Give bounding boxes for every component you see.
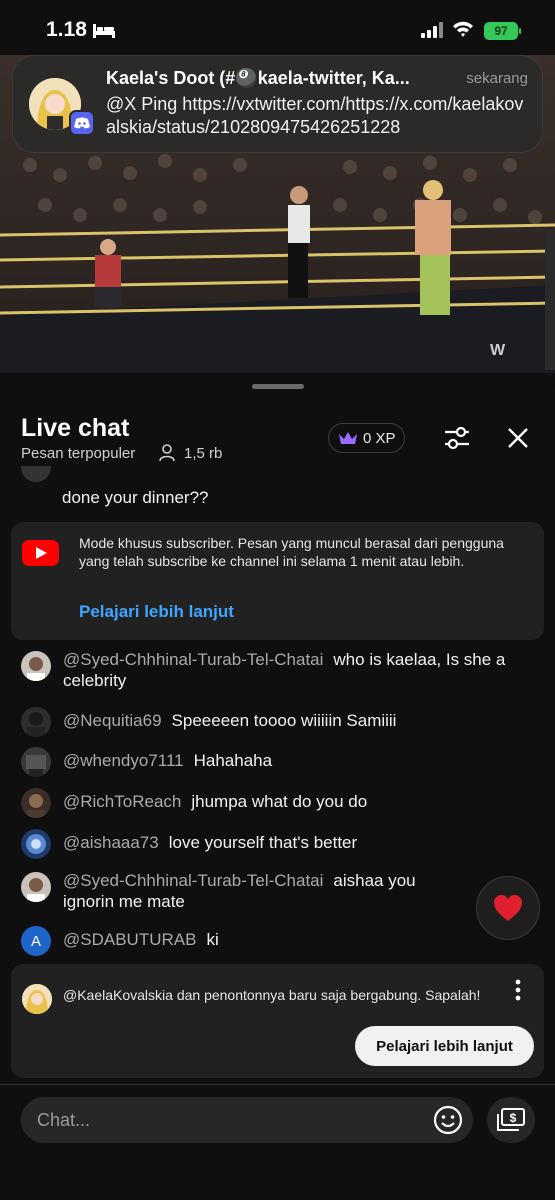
message-body: @Syed-Chhhinal-Turab-Tel-Chatai who is ka… xyxy=(63,649,533,691)
message-body: @Nequitia69 Speeeeen toooo wiiiiin Samiii… xyxy=(63,710,533,731)
emoji-icon[interactable] xyxy=(433,1105,463,1135)
xp-label: 0 XP xyxy=(363,429,396,447)
notification-title: Kaela's Doot (#🎱kaela-twitter, Ka... xyxy=(106,68,410,88)
battery-indicator: 97 xyxy=(484,22,518,40)
viewer-icon xyxy=(159,444,175,462)
chat-input-placeholder: Chat... xyxy=(37,1110,91,1130)
subscriber-mode-notice: Mode khusus subscriber. Pesan yang muncu… xyxy=(11,522,544,640)
avatar: A xyxy=(21,926,51,956)
join-notice-text: @KaelaKovalskia dan penontonnya baru saj… xyxy=(63,987,481,1003)
close-icon[interactable] xyxy=(506,426,530,450)
heart-icon xyxy=(494,895,522,921)
avatar xyxy=(21,829,51,859)
superchat-icon: $ xyxy=(497,1108,525,1131)
avatar xyxy=(21,707,51,737)
notification-body: @X Ping https://vxtwitter.com/https://x.… xyxy=(106,94,524,137)
message-text: love yourself that's better xyxy=(168,833,358,852)
discord-icon xyxy=(69,110,95,136)
message-text: ki xyxy=(206,930,219,949)
avatar-letter: A xyxy=(30,932,41,950)
message-author[interactable]: @Syed-Chhhinal-Turab-Tel-Chatai xyxy=(63,650,323,669)
message-author[interactable]: @aishaaa73 xyxy=(63,833,159,852)
status-time: 1.18 xyxy=(46,18,87,41)
partial-message-text: done your dinner?? xyxy=(62,488,209,507)
join-notice: @KaelaKovalskia dan penontonnya baru saj… xyxy=(11,964,544,1078)
xp-badge[interactable]: 0 XP xyxy=(328,423,405,453)
chat-mode-selector[interactable]: Pesan terpopuler xyxy=(21,445,135,462)
battery-level: 97 xyxy=(494,24,508,38)
message-text: Speeeeen toooo wiiiiin Samiiii xyxy=(171,711,397,730)
signal-icon xyxy=(421,22,443,38)
message-body: @whendyo7111 Hahahaha xyxy=(63,750,533,771)
divider xyxy=(0,1084,555,1085)
kebab-icon[interactable] xyxy=(513,978,523,1002)
message-author[interactable]: @Nequitia69 xyxy=(63,711,162,730)
message-body: @aishaaa73 love yourself that's better xyxy=(63,832,533,853)
message-author[interactable]: @SDABUTURAB xyxy=(63,930,196,949)
partial-chat-message: done your dinner?? xyxy=(0,466,555,514)
viewer-count: 1,5 rb xyxy=(184,445,223,462)
live-chat-panel: Live chat Pesan terpopuler 1,5 rb 0 XP d… xyxy=(0,373,555,1200)
battery-cap xyxy=(519,28,521,34)
learn-more-link[interactable]: Pelajari lebih lanjut xyxy=(79,602,234,622)
message-body: @RichToReach jhumpa what do you do xyxy=(63,791,533,812)
drag-handle[interactable] xyxy=(252,384,304,389)
partial-avatar xyxy=(21,466,51,482)
super-chat-button[interactable]: $ xyxy=(487,1097,535,1143)
heart-reaction-button[interactable] xyxy=(476,876,540,940)
youtube-icon xyxy=(22,540,59,566)
avatar xyxy=(21,872,51,902)
wifi-icon xyxy=(453,21,473,37)
svg-text:W: W xyxy=(490,342,506,359)
message-author[interactable]: @whendyo7111 xyxy=(63,751,184,770)
avatar xyxy=(21,747,51,777)
bed-icon xyxy=(93,24,115,38)
crown-icon xyxy=(339,432,357,444)
message-text: jhumpa what do you do xyxy=(191,792,368,811)
learn-more-button[interactable]: Pelajari lebih lanjut xyxy=(355,1026,534,1066)
filter-icon[interactable] xyxy=(443,425,471,451)
subscriber-notice-text: Mode khusus subscriber. Pesan yang muncu… xyxy=(79,535,504,569)
chat-title: Live chat xyxy=(21,414,130,442)
message-author[interactable]: @Syed-Chhhinal-Turab-Tel-Chatai xyxy=(63,871,323,890)
notification-time: sekarang xyxy=(466,70,528,87)
avatar xyxy=(21,788,51,818)
avatar xyxy=(21,651,51,681)
discord-notification[interactable]: Kaela's Doot (#🎱kaela-twitter, Ka... sek… xyxy=(12,55,543,153)
avatar xyxy=(22,984,52,1014)
message-body: @SDABUTURAB ki xyxy=(63,929,533,950)
message-body: @Syed-Chhhinal-Turab-Tel-Chatai aishaa yo… xyxy=(63,870,468,912)
status-bar: 1.18 97 xyxy=(0,0,555,62)
svg-text:$: $ xyxy=(510,1111,517,1125)
chat-input[interactable]: Chat... xyxy=(21,1097,473,1143)
message-text: Hahahaha xyxy=(193,751,273,770)
message-author[interactable]: @RichToReach xyxy=(63,792,181,811)
